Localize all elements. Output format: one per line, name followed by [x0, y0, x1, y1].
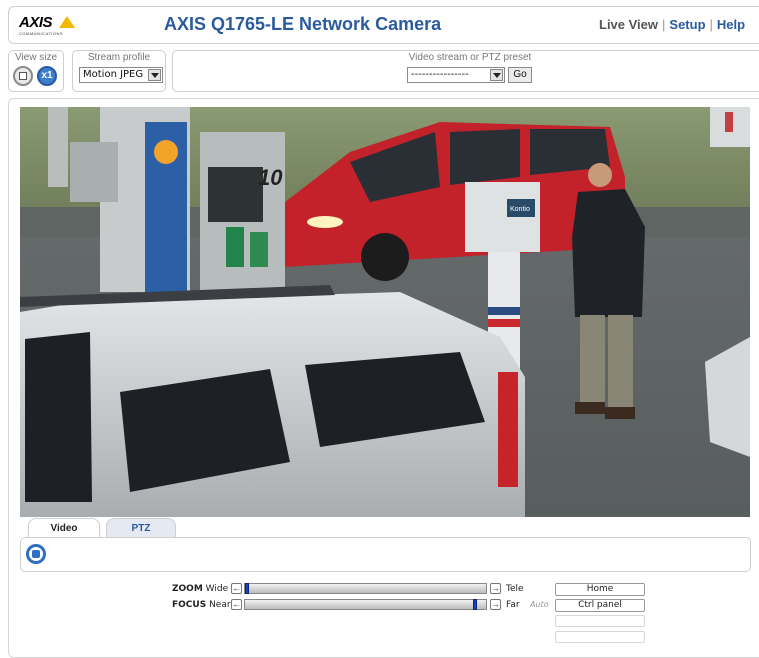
sign-stripe: [725, 112, 733, 132]
person-leg: [608, 315, 633, 410]
empty-button-slot: [555, 631, 645, 643]
empty-button-slot: [555, 615, 645, 627]
red-car-wheel: [361, 233, 409, 281]
nav-separator: |: [709, 17, 713, 32]
fit-view-icon: [19, 72, 27, 80]
nav-live-view[interactable]: Live View: [599, 17, 658, 32]
zoom-slider-thumb[interactable]: [245, 583, 249, 594]
nav-setup[interactable]: Setup: [669, 17, 705, 32]
kiosk-logo-text: Kontio: [510, 206, 530, 213]
stream-profile-select[interactable]: Motion JPEG: [79, 67, 163, 83]
fit-view-button[interactable]: [13, 66, 33, 86]
person-shoe: [575, 402, 605, 414]
focus-auto-label[interactable]: Auto: [530, 600, 549, 609]
focus-far-label: Far: [506, 600, 520, 610]
go-button[interactable]: Go: [508, 67, 532, 83]
silver-car-taillight: [498, 372, 518, 487]
focus-near-label: Near: [209, 600, 231, 610]
zoom-in-button[interactable]: →: [490, 583, 501, 594]
person-head: [588, 163, 612, 187]
sign-post-stripe: [488, 319, 520, 327]
arrow-left-icon: ←: [232, 583, 241, 593]
chevron-down-icon[interactable]: [148, 69, 161, 81]
electrical-box: [70, 142, 118, 202]
pump-nozzle: [226, 227, 244, 267]
preset-label: Video stream or PTZ preset: [408, 52, 532, 63]
zoom-label: ZOOM: [172, 584, 203, 594]
home-button[interactable]: Home: [555, 583, 645, 596]
zoom-slider[interactable]: [244, 583, 487, 594]
stream-profile-label: Stream profile: [87, 52, 151, 63]
tab-ptz[interactable]: PTZ: [106, 518, 176, 538]
page-title: AXIS Q1765-LE Network Camera: [164, 14, 442, 34]
stop-stream-button[interactable]: [26, 544, 46, 564]
live-video-view[interactable]: 10 Kontio: [20, 107, 750, 517]
x1-view-icon: x1: [41, 70, 53, 81]
stream-profile-group: Stream profile Motion JPEG: [72, 50, 166, 92]
preset-select[interactable]: ----------------: [407, 67, 505, 83]
chevron-down-icon[interactable]: [490, 69, 503, 81]
focus-far-button[interactable]: →: [490, 599, 501, 610]
zoom-tele-label: Tele: [506, 584, 524, 594]
red-car-window: [450, 129, 520, 185]
x1-view-button[interactable]: x1: [37, 66, 57, 86]
logo-triangle-icon: [59, 16, 75, 28]
focus-label: FOCUS: [172, 600, 207, 610]
focus-slider-thumb[interactable]: [473, 599, 477, 610]
tab-video[interactable]: Video: [28, 518, 100, 538]
logo-text: AXIS: [19, 14, 53, 31]
zoom-label-row: ZOOM Wide: [172, 584, 228, 594]
logo-subtext: COMMUNICATIONS: [19, 31, 64, 36]
pump-nozzle: [250, 232, 268, 267]
pillar: [48, 107, 68, 187]
pump-display: [208, 167, 263, 222]
nav-separator: |: [662, 17, 666, 32]
person-leg: [580, 315, 605, 405]
stop-icon: [32, 550, 40, 558]
view-size-group: View size x1: [8, 50, 64, 92]
focus-slider[interactable]: [244, 599, 487, 610]
video-frame: 10 Kontio: [20, 107, 750, 517]
ctrl-panel-button[interactable]: Ctrl panel: [555, 599, 645, 612]
focus-label-row: FOCUS Near: [172, 600, 231, 610]
preset-value: ----------------: [411, 69, 469, 80]
zoom-out-button[interactable]: ←: [231, 583, 242, 594]
person-shoe: [605, 407, 635, 419]
pump-number: 10: [258, 165, 283, 190]
silver-car-window: [25, 332, 92, 502]
view-size-label: View size: [14, 52, 58, 63]
pump-emblem: [154, 140, 178, 164]
video-tab-panel: [20, 537, 751, 572]
preset-group: Video stream or PTZ preset -------------…: [172, 50, 759, 92]
top-nav: Live View | Setup | Help: [599, 17, 745, 32]
focus-near-button[interactable]: ←: [231, 599, 242, 610]
header-bar: AXIS COMMUNICATIONS AXIS Q1765-LE Networ…: [8, 6, 759, 44]
person-coat: [572, 189, 645, 317]
sign-post-stripe: [488, 307, 520, 315]
stream-profile-value: Motion JPEG: [83, 69, 144, 80]
arrow-left-icon: ←: [232, 599, 241, 609]
axis-logo: AXIS COMMUNICATIONS: [19, 14, 79, 40]
nav-help[interactable]: Help: [717, 17, 745, 32]
arrow-right-icon: →: [491, 599, 500, 609]
zoom-wide-label: Wide: [205, 584, 229, 594]
red-car-headlight: [307, 216, 343, 228]
arrow-right-icon: →: [491, 583, 500, 593]
